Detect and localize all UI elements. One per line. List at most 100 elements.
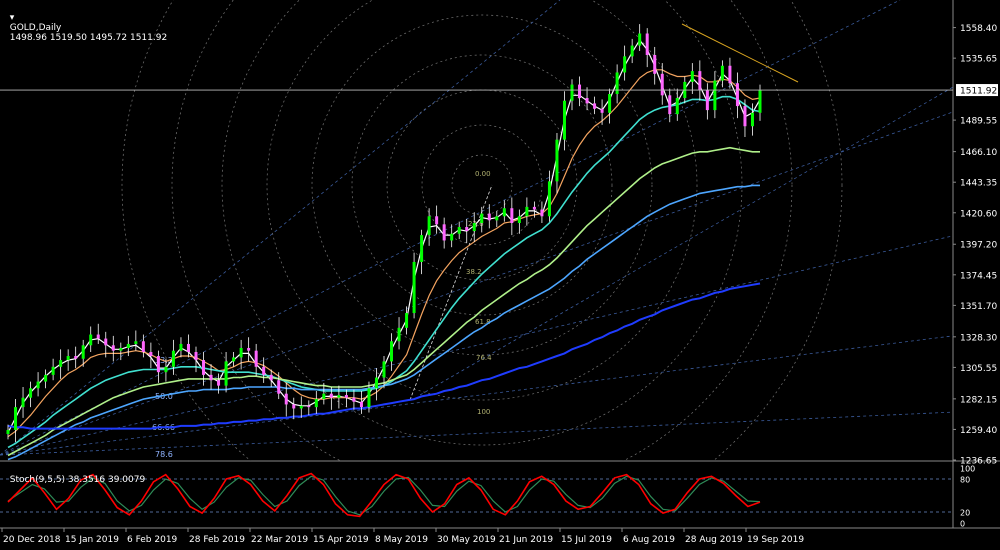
time-tick-label: 30 May 2019 [437,535,496,545]
candle-body [314,399,318,408]
price-tick-label: 1305.55 [960,364,997,374]
candle-body [405,313,409,328]
candle-body [284,393,288,405]
candle-body [517,216,521,223]
candle [653,46,657,85]
candle [750,103,754,136]
candle-body [44,374,48,382]
price-tick-label: 1328.30 [960,333,997,343]
candle [668,88,672,123]
candle [126,335,130,357]
candle [314,390,318,414]
price-tick-label: 1466.10 [960,148,997,158]
candle [608,88,612,124]
candle [615,64,619,104]
candle [638,24,642,51]
candle-body [59,360,63,367]
candle [623,45,627,81]
candle [390,333,394,371]
candle-body [239,347,243,358]
candle-body [578,84,582,99]
candle [547,170,551,222]
candle [194,346,198,373]
candle [96,323,100,344]
candle [59,349,63,379]
candle-body [254,350,258,367]
price-tick-label: 1443.35 [960,179,997,189]
candle [405,306,409,335]
fib-circles [121,0,843,461]
time-tick-label: 20 Dec 2018 [3,535,61,545]
candle-body [81,345,85,359]
fib-circle [311,14,653,356]
candlesticks [6,24,762,443]
price-tick-label: 1351.70 [960,302,997,312]
candle-body [367,388,371,408]
time-tick-label: 22 Mar 2019 [251,535,308,545]
candle-body [743,106,747,127]
stoch-label: Stoch(9,5,5) 38.3516 39.0079 [9,475,146,485]
fib-fan-line [0,235,953,456]
time-tick-label: 28 Feb 2019 [189,535,245,545]
fib-fan [0,0,953,456]
candle-body [277,380,281,394]
candle-body [382,361,386,378]
candle [705,83,709,120]
candle-body [562,100,566,140]
price-tick-label: 1420.60 [960,209,997,219]
chart-canvas: 33.350.066.6678.60.0023.638.261.876.4100… [0,0,1000,545]
candle-body [119,347,123,351]
candle-body [487,213,491,221]
candle [119,342,123,361]
candle-body [134,341,138,344]
symbol-label: GOLD,Daily [9,23,62,33]
candle-body [224,361,228,386]
moving-averages [7,39,761,461]
ohlc-values: 1498.96 1519.50 1495.72 1511.92 [9,33,168,43]
price-tick-label: 1282.15 [960,395,997,405]
candle-body [713,80,717,111]
time-tick-label: 15 Jul 2019 [561,535,612,545]
candle-body [427,216,431,236]
candle-body [232,357,236,362]
candle [645,28,649,68]
candle [472,212,476,242]
price-tick-label: 1535.65 [960,55,997,65]
fibonacci-overlay: 33.350.066.6678.60.0023.638.261.876.4100 [0,0,953,461]
candle [540,201,544,223]
candle-body [593,103,597,109]
fib-arc-label: 76.4 [476,354,492,362]
time-tick-label: 6 Feb 2019 [127,535,178,545]
candle [277,372,281,400]
candle [232,352,236,367]
fib-fan-line [0,0,901,456]
candle [630,38,634,64]
candle [690,63,694,94]
candle [578,76,582,107]
candle-body [194,352,198,361]
candle [239,339,243,370]
candle [397,317,401,350]
candle-body [750,112,754,127]
collapse-triangle-icon[interactable]: ▾ [10,13,15,23]
candle-body [209,374,213,381]
candle [134,330,138,351]
chart-header: ▾ GOLD,Daily 1498.96 1519.50 1495.72 151… [4,3,167,43]
candle [21,386,25,418]
candle-body [186,343,190,353]
candle-body [480,213,484,223]
fib-arc-label: 38.2 [466,268,482,276]
time-tick-label: 15 Apr 2019 [313,535,369,545]
candle [74,346,78,369]
candle-body [66,356,70,361]
candle [171,339,175,375]
candle-body [758,90,762,113]
candle-body [638,33,642,46]
candle-body [615,72,619,94]
candle [735,72,739,119]
candle [307,400,311,416]
candle [517,209,521,234]
candle [202,352,206,386]
candle-body [412,261,416,314]
fib-circle [121,0,843,461]
